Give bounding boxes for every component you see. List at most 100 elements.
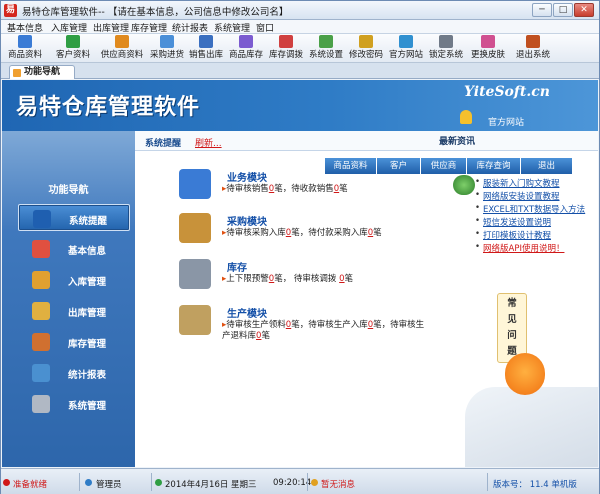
- toolbar-website-button[interactable]: 官方网站: [386, 35, 426, 62]
- news-item-link[interactable]: 服装新入门购文教程: [475, 177, 598, 190]
- banner-title: 易特仓库管理软件: [16, 95, 201, 120]
- faq-char: 常: [507, 298, 517, 309]
- toolbar: 商品资料 客户资料 供应商资料 采购进货 销售出库 商品库存 库存调拨 系统设置…: [1, 34, 599, 63]
- toolbar-sales-button[interactable]: 销售出库: [186, 35, 226, 62]
- toolbar-customer-button[interactable]: 客户资料: [51, 35, 95, 62]
- status-date: 2014年4月16日 星期三: [165, 480, 257, 490]
- sales-icon: [199, 35, 213, 48]
- product-icon: [18, 35, 32, 48]
- box-out-icon: [32, 302, 50, 320]
- box-in-icon: [32, 271, 50, 289]
- status-divider: [151, 473, 152, 491]
- news-tab-supplier[interactable]: 供应商: [421, 158, 467, 174]
- status-message[interactable]: 暂无消息: [321, 478, 355, 490]
- refresh-link[interactable]: 刷新...: [195, 136, 222, 149]
- banner: 易特仓库管理软件 YiteSoft.cn 官方网站: [2, 80, 598, 131]
- sidebar-item-inventory[interactable]: 库存管理: [18, 328, 130, 355]
- sidebar-item-reports[interactable]: 统计报表: [18, 359, 130, 386]
- module-title[interactable]: 生产模块: [227, 305, 267, 320]
- toolbar-stock-button[interactable]: 商品库存: [226, 35, 266, 62]
- gears-icon: [32, 395, 50, 413]
- purchase-box-icon: [179, 213, 211, 243]
- module-text: 笔，待审核生产入库: [291, 320, 368, 330]
- menu-basic-info[interactable]: 基本信息: [7, 21, 43, 34]
- module-text: 笔，待付款采购入库: [291, 228, 368, 238]
- module-desc: ▸待审核销售0笔，待收款销售0笔: [222, 184, 427, 195]
- news-item-link[interactable]: EXCEL和TXT数据导入方法: [475, 203, 598, 216]
- keyboard-icon: [179, 169, 211, 199]
- chart-icon: [32, 364, 50, 382]
- news-tab-customer[interactable]: 客户: [377, 158, 421, 174]
- news-tab-exit[interactable]: 退出: [521, 158, 573, 174]
- news-item-link[interactable]: 网络版安装设置教程: [475, 190, 598, 203]
- module-text: 笔，待收款销售: [274, 184, 334, 194]
- status-ready: 准备就绪: [13, 480, 48, 490]
- password-icon: [359, 35, 373, 48]
- news-item-link[interactable]: 打印模板设计教程: [475, 229, 598, 242]
- status-dot-icon: [3, 479, 10, 486]
- news-tab-stock-query[interactable]: 库存查询: [467, 158, 521, 174]
- stock-icon: [239, 35, 253, 48]
- menu-inventory[interactable]: 库存管理: [131, 21, 167, 34]
- reminder-title: 系统提醒: [145, 139, 182, 149]
- sidebar-item-basic-info[interactable]: 基本信息: [18, 235, 130, 262]
- official-site-link[interactable]: 官方网站: [488, 115, 524, 128]
- news-item-link[interactable]: 网络版API使用说明！: [475, 242, 598, 255]
- website-icon: [399, 35, 413, 48]
- module-text: 待审核采购入库: [226, 228, 286, 238]
- news-tabs: 商品资料 客户 供应商 库存查询 退出: [325, 158, 575, 174]
- disk-icon: [179, 259, 211, 289]
- menu-window[interactable]: 窗口: [256, 21, 274, 34]
- module-text: 笔: [261, 331, 270, 341]
- warehouse-icon: [32, 333, 50, 351]
- menu-bar: 基本信息 入库管理 出库管理 库存管理 统计报表 系统管理 窗口: [1, 20, 599, 34]
- status-divider: [79, 473, 80, 491]
- faq-char: 问: [507, 330, 517, 341]
- module-text: 笔， 待审核调拨: [274, 274, 340, 284]
- module-desc: ▸上下限预警0笔， 待审核调拨 0笔: [222, 274, 427, 285]
- news-tab-product[interactable]: 商品资料: [325, 158, 377, 174]
- toolbar-settings-button[interactable]: 系统设置: [306, 35, 346, 62]
- toolbar-lock-button[interactable]: 锁定系统: [426, 35, 466, 62]
- menu-outbound[interactable]: 出库管理: [93, 21, 129, 34]
- module-title[interactable]: 库存: [227, 259, 247, 274]
- title-bar[interactable]: 易 易特仓库管理软件-- 【请在基本信息，公司信息中修改公司名】 ─ □ ✕: [1, 1, 599, 20]
- calendar-icon: [155, 479, 162, 486]
- status-time: 09:20:14: [273, 478, 312, 488]
- toolbar-transfer-button[interactable]: 库存调拨: [266, 35, 306, 62]
- globe-icon: [453, 175, 475, 195]
- toolbar-product-button[interactable]: 商品资料: [3, 35, 47, 62]
- menu-reports[interactable]: 统计报表: [172, 21, 208, 34]
- module-title[interactable]: 业务模块: [227, 169, 267, 184]
- module-text: 笔: [344, 274, 354, 284]
- minimize-button[interactable]: ─: [532, 3, 552, 17]
- sidebar-item-system[interactable]: 系统管理: [18, 390, 130, 417]
- menu-system[interactable]: 系统管理: [214, 21, 250, 34]
- cubes-icon: [32, 240, 50, 258]
- module-title[interactable]: 采购模块: [227, 213, 267, 228]
- maximize-button[interactable]: □: [553, 3, 573, 17]
- window-title: 易特仓库管理软件-- 【请在基本信息，公司信息中修改公司名】: [22, 7, 289, 18]
- sidebar-item-inbound[interactable]: 入库管理: [18, 266, 130, 293]
- status-user: 管理员: [96, 480, 122, 490]
- settings-icon: [319, 35, 333, 48]
- exit-icon: [526, 35, 540, 48]
- toolbar-skin-button[interactable]: 更换皮肤: [468, 35, 508, 62]
- menu-inbound[interactable]: 入库管理: [51, 21, 87, 34]
- transfer-icon: [279, 35, 293, 48]
- news-item-link[interactable]: 短信发送设置说明: [475, 216, 598, 229]
- sidebar-item-reminder[interactable]: 系统提醒: [18, 204, 130, 231]
- toolbar-password-button[interactable]: 修改密码: [346, 35, 386, 62]
- toolbar-supplier-button[interactable]: 供应商资料: [97, 35, 147, 62]
- sidebar-item-outbound[interactable]: 出库管理: [18, 297, 130, 324]
- toolbar-exit-button[interactable]: 退出系统: [513, 35, 553, 62]
- purchase-icon: [160, 35, 174, 48]
- tab-function-nav[interactable]: 功能导航: [9, 65, 75, 79]
- supplier-icon: [115, 35, 129, 48]
- module-desc: ▸待审核采购入库0笔，待付款采购入库0笔: [222, 228, 427, 239]
- module-text: 待审核销售: [226, 184, 269, 194]
- toolbar-purchase-button[interactable]: 采购进货: [147, 35, 187, 62]
- tab-icon: [13, 69, 21, 77]
- close-button[interactable]: ✕: [574, 3, 594, 17]
- status-version: 版本号： 11.4 单机版: [493, 480, 577, 490]
